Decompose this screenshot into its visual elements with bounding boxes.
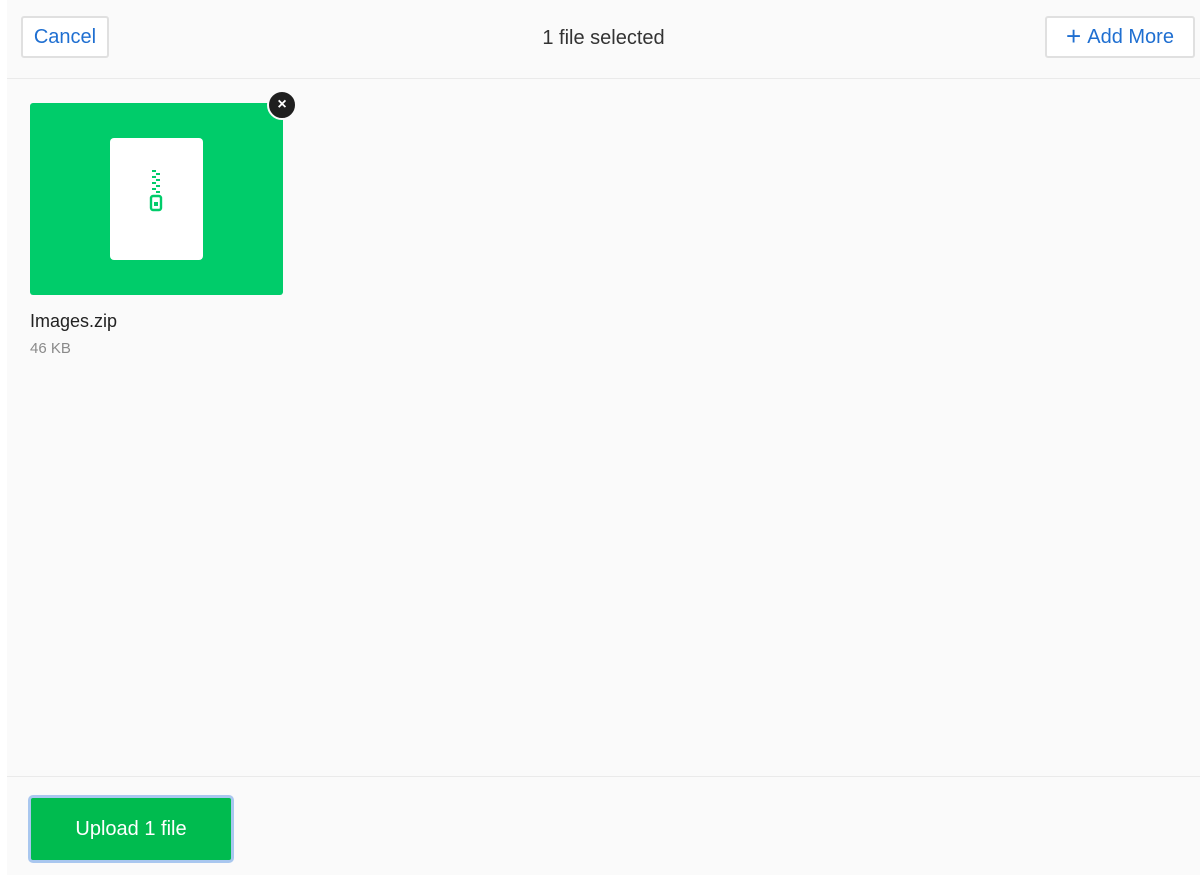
add-more-button[interactable]: + Add More xyxy=(1045,16,1195,58)
remove-file-button[interactable]: × xyxy=(267,90,297,120)
cancel-button[interactable]: Cancel xyxy=(21,16,109,58)
page-title: 1 file selected xyxy=(542,27,665,49)
top-bar: Cancel 1 file selected + Add More xyxy=(7,0,1200,79)
file-item: × Images.zip 46 KB xyxy=(30,90,297,357)
add-more-label: Add More xyxy=(1087,26,1174,48)
document-card xyxy=(110,138,203,260)
zip-archive-icon xyxy=(149,170,163,212)
cancel-label: Cancel xyxy=(33,26,97,48)
file-thumbnail: × xyxy=(30,90,297,295)
file-name: Images.zip xyxy=(30,311,118,331)
upload-label: Upload 1 file xyxy=(75,817,187,840)
plus-icon: + xyxy=(1066,21,1082,51)
upload-dashboard: Cancel 1 file selected + Add More × Imag… xyxy=(7,0,1200,875)
bottom-bar: Upload 1 file xyxy=(7,776,1200,875)
file-size: 46 KB xyxy=(30,340,71,357)
upload-button[interactable]: Upload 1 file xyxy=(28,795,234,863)
